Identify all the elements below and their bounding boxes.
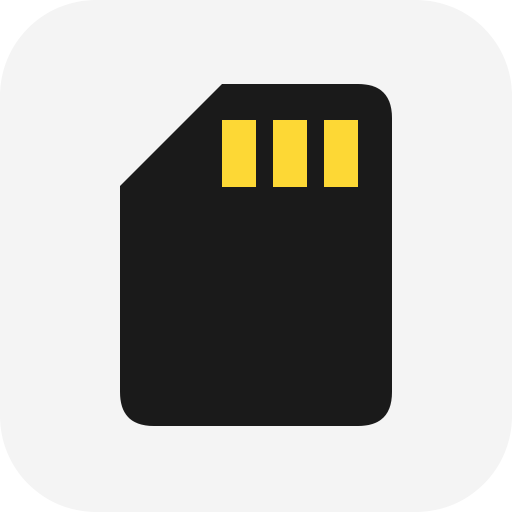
sd-card-contacts <box>222 120 358 187</box>
sd-card-contact <box>273 120 307 187</box>
sd-card-contact <box>222 120 256 187</box>
sd-card-contact <box>324 120 358 187</box>
app-icon-stage <box>0 0 512 512</box>
sd-card-icon <box>120 84 392 426</box>
